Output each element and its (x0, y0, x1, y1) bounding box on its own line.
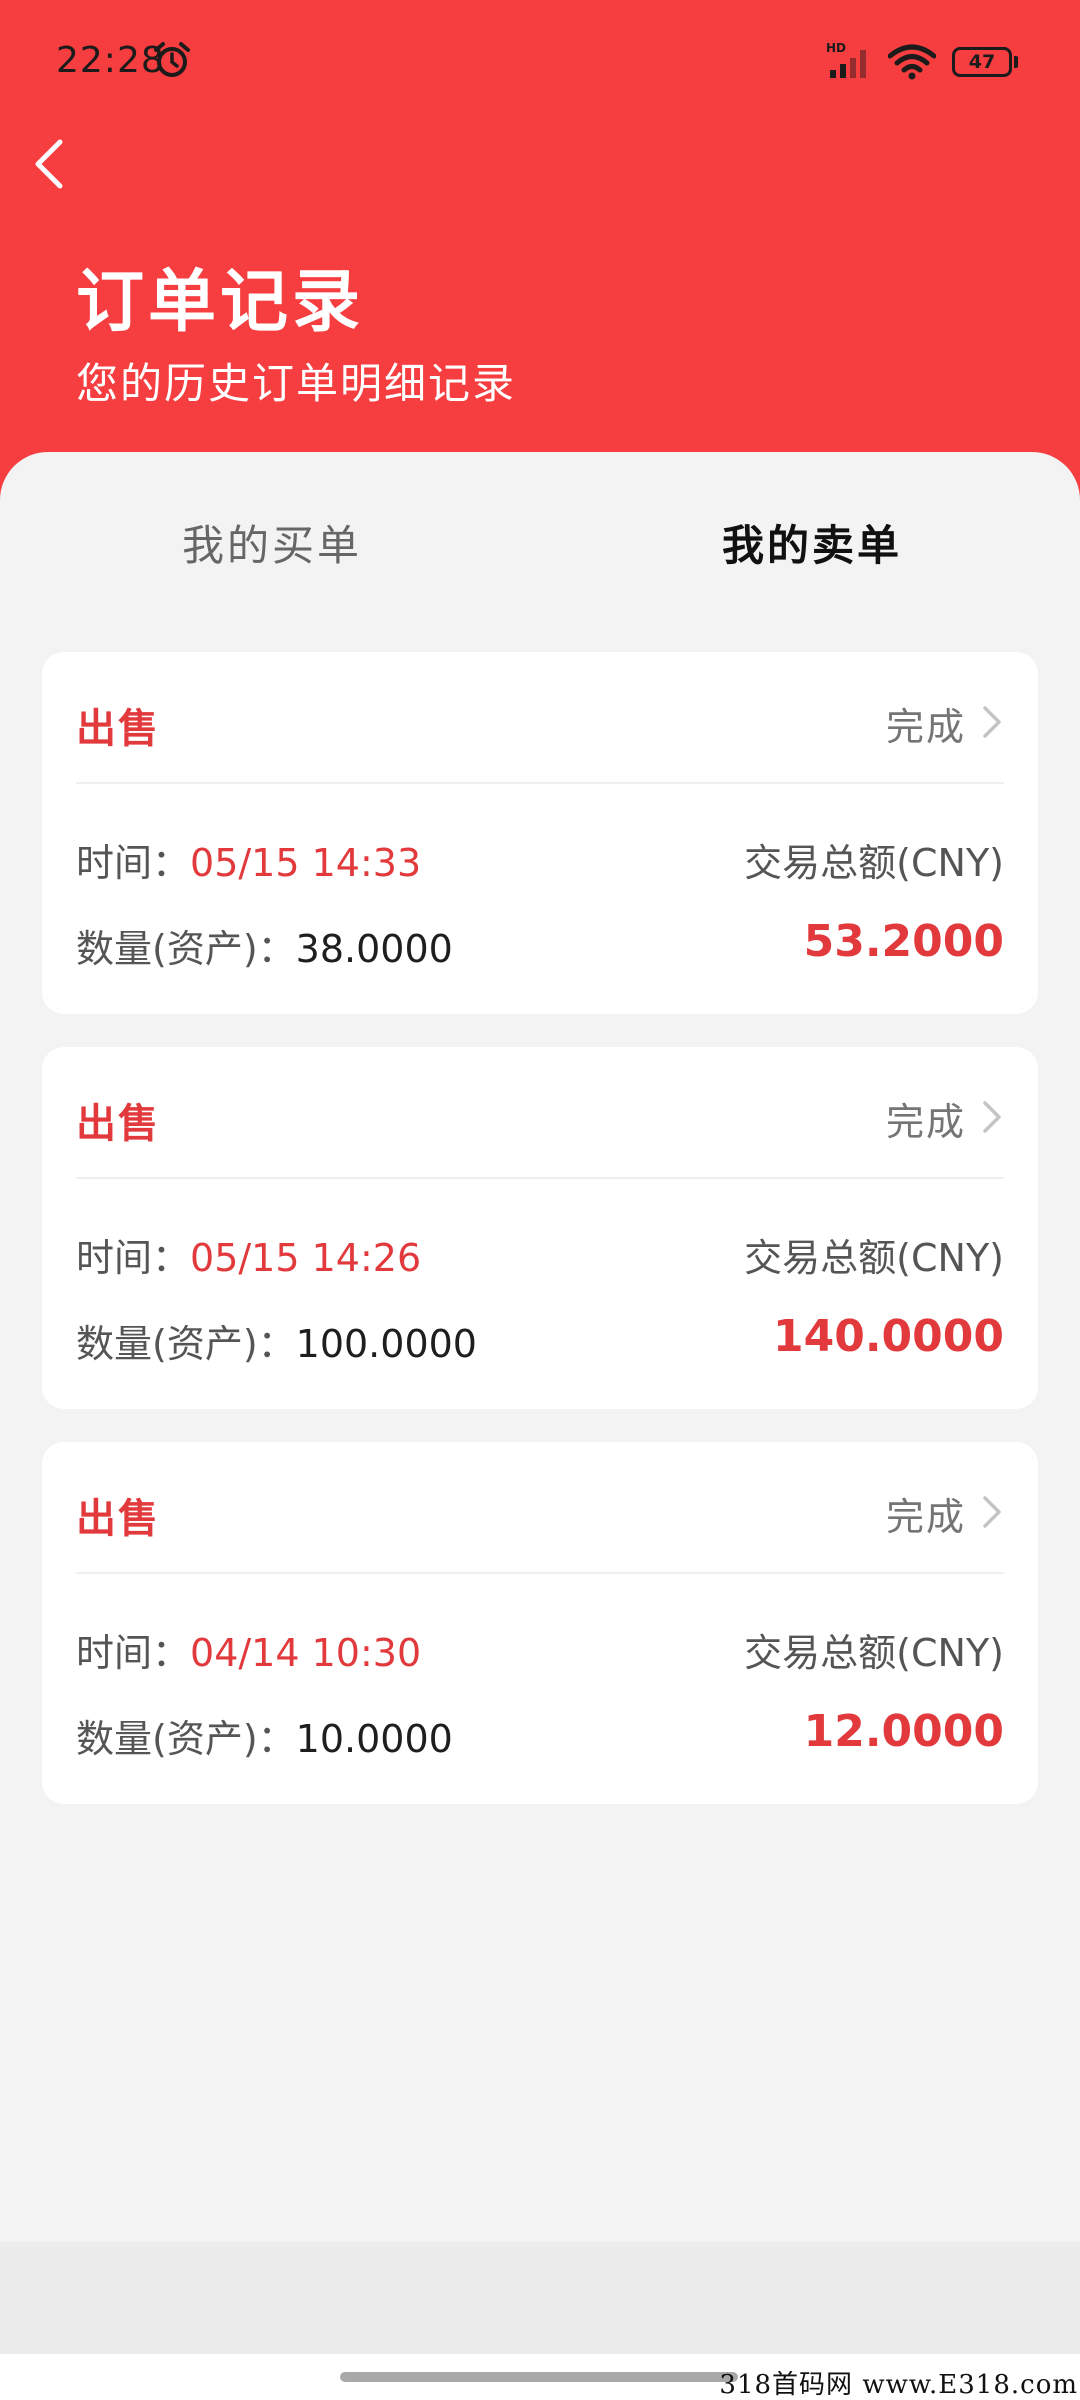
order-time: 05/15 14:26 (190, 1236, 422, 1280)
screen: 22:28 HD 47 订单记录 您的历史订单明细记录 我的买单 我的卖单 出售… (0, 0, 1080, 2400)
order-quantity: 10.0000 (295, 1717, 453, 1761)
tab-sell-orders[interactable]: 我的卖单 (722, 512, 902, 573)
time-label: 时间： (76, 841, 191, 885)
order-status: 完成 (885, 1100, 966, 1144)
order-time: 04/14 10:30 (190, 1631, 422, 1675)
status-time: 22:28 (56, 40, 165, 81)
page-subtitle: 您的历史订单明细记录 (76, 359, 517, 408)
time-label: 时间： (76, 1631, 191, 1675)
battery-tip (1014, 56, 1018, 68)
order-type: 出售 (76, 1101, 160, 1147)
order-quantity-row: 数量(资产)：38.0000 (76, 918, 453, 973)
wifi-icon (888, 44, 936, 80)
order-quantity: 100.0000 (295, 1322, 477, 1366)
alarm-icon (154, 42, 190, 77)
amount-label: 交易总额(CNY) (744, 1631, 1004, 1675)
quantity-label: 数量(资产)： (76, 1717, 296, 1761)
order-tabs: 我的买单 我的卖单 (0, 512, 1080, 582)
chevron-right-icon (983, 706, 1001, 738)
order-type: 出售 (76, 1496, 160, 1542)
time-label: 时间： (76, 1236, 191, 1280)
order-type: 出售 (76, 706, 160, 752)
order-amount: 140.0000 (772, 1311, 1004, 1362)
home-indicator[interactable] (340, 2372, 738, 2382)
order-time-row: 时间：05/15 14:26 (76, 1227, 421, 1282)
battery-level: 47 (952, 47, 1012, 77)
chevron-right-icon (983, 1101, 1001, 1133)
order-status: 完成 (885, 705, 966, 749)
watermark: 318首码网 www.E318.com (719, 2370, 1078, 2400)
order-time: 05/15 14:33 (190, 841, 422, 885)
divider (76, 782, 1004, 784)
divider (76, 1177, 1004, 1179)
order-card[interactable]: 出售 完成 时间：05/15 14:33 交易总额(CNY) 数量(资产)：38… (42, 652, 1038, 1014)
status-bar: 22:28 HD 47 (0, 0, 1080, 124)
page-title: 订单记录 (76, 263, 365, 342)
tab-buy-orders[interactable]: 我的买单 (182, 512, 362, 573)
chevron-right-icon (983, 1496, 1001, 1528)
quantity-label: 数量(资产)： (76, 927, 296, 971)
order-amount: 12.0000 (803, 1706, 1004, 1757)
quantity-label: 数量(资产)： (76, 1322, 296, 1366)
bottom-area (0, 2242, 1080, 2354)
order-status: 完成 (885, 1495, 966, 1539)
order-amount: 53.2000 (803, 916, 1004, 967)
amount-label: 交易总额(CNY) (744, 1236, 1004, 1280)
order-time-row: 时间：04/14 10:30 (76, 1622, 421, 1677)
order-quantity-row: 数量(资产)：100.0000 (76, 1313, 477, 1368)
order-quantity-row: 数量(资产)：10.0000 (76, 1708, 453, 1763)
back-button[interactable] (20, 134, 80, 194)
svg-text:HD: HD (826, 41, 846, 55)
order-card[interactable]: 出售 完成 时间：04/14 10:30 交易总额(CNY) 数量(资产)：10… (42, 1442, 1038, 1804)
divider (76, 1572, 1004, 1574)
signal-icon: HD (826, 41, 866, 78)
order-time-row: 时间：05/15 14:33 (76, 832, 421, 887)
order-quantity: 38.0000 (295, 927, 453, 971)
order-card[interactable]: 出售 完成 时间：05/15 14:26 交易总额(CNY) 数量(资产)：10… (42, 1047, 1038, 1409)
header: 22:28 HD 47 订单记录 您的历史订单明细记录 (0, 0, 1080, 500)
amount-label: 交易总额(CNY) (744, 841, 1004, 885)
battery-indicator: 47 (952, 47, 1018, 79)
